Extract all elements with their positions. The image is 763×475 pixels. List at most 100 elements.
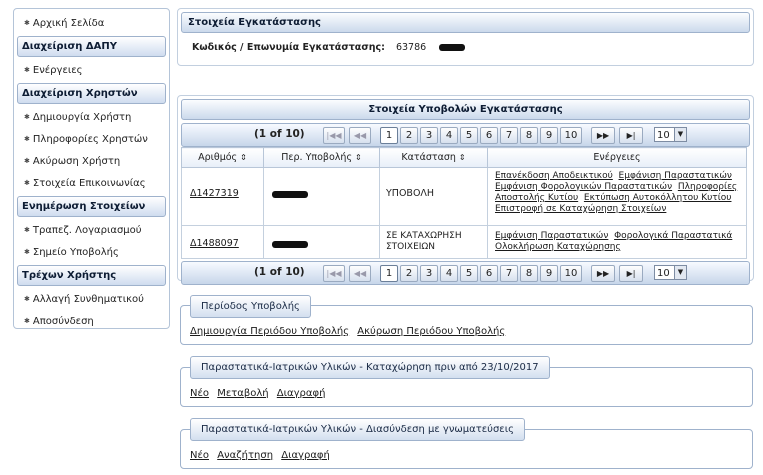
prev-page-icon[interactable]: ◀◀ <box>349 127 371 144</box>
gear-bullet-icon: ✱ <box>24 66 30 74</box>
rows-per-page-select[interactable]: 10 ▼ <box>654 265 687 280</box>
tax-documents-link[interactable]: Φορολογικά Παραστατικά <box>614 231 732 241</box>
sidebar-item-label: Αλλαγή Συνθηματικού <box>32 294 144 305</box>
sidebar-item-label: Δημιουργία Χρήστη <box>32 112 132 123</box>
return-to-entry-link[interactable]: Επιστροφή σε Καταχώρηση Στοιχείων <box>495 204 666 214</box>
first-page-icon[interactable]: |◀◀ <box>323 265 345 282</box>
complete-entry-link[interactable]: Ολοκλήρωση Καταχώρησης <box>495 242 621 252</box>
sidebar-section-dapy: Διαχείριση ΔΑΠΥ <box>17 36 166 57</box>
sidebar-item-user-info[interactable]: ✱ Πληροφορίες Χρηστών <box>14 128 169 150</box>
redacted-period <box>272 191 308 198</box>
show-documents-link[interactable]: Εμφάνιση Παραστατικών <box>619 171 732 181</box>
rows-per-page-select[interactable]: 10 ▼ <box>654 127 687 142</box>
box-shipping-link[interactable]: Αποστολής Κυτίου <box>495 193 578 203</box>
pager-bottom: (1 of 10) |◀◀ ◀◀ 1 2 3 4 5 6 7 8 9 10 ▶▶… <box>181 261 750 285</box>
sidebar-item-create-user[interactable]: ✱ Δημιουργία Χρήστη <box>14 106 169 128</box>
new-link[interactable]: Νέο <box>190 388 209 399</box>
chevron-down-icon: ▼ <box>674 266 686 279</box>
sidebar-item-contact-info[interactable]: ✱ Στοιχεία Επικοινωνίας <box>14 172 169 194</box>
sidebar-item-label: Πληροφορίες Χρηστών <box>32 134 148 145</box>
documents-link-legend: Παραστατικά-Ιατρικών Υλικών - Διασύνδεση… <box>190 418 525 441</box>
sidebar-item-bank-account[interactable]: ✱ Τραπεζ. Λογαριασμού <box>14 219 169 241</box>
submission-status: ΣΕ ΚΑΤΑΧΩΡΗΣΗ ΣΤΟΙΧΕΙΩΝ <box>379 225 488 259</box>
sidebar-item-label: Αρχική Σελίδα <box>32 18 105 29</box>
column-header-number[interactable]: Αριθμός ⇕ <box>181 147 264 168</box>
sidebar-item-logout[interactable]: ✱ Αποσύνδεση <box>14 310 169 332</box>
delete-link[interactable]: Διαγραφή <box>277 388 326 399</box>
column-header-status[interactable]: Κατάσταση ⇕ <box>379 147 488 168</box>
create-period-link[interactable]: Δημιουργία Περιόδου Υποβολής <box>190 326 349 337</box>
page-5-button[interactable]: 5 <box>460 265 478 282</box>
page-2-button[interactable]: 2 <box>400 265 418 282</box>
page-10-button[interactable]: 10 <box>560 265 582 282</box>
new-link[interactable]: Νέο <box>190 450 209 461</box>
sort-icon: ⇕ <box>240 153 247 162</box>
page-info: (1 of 10) <box>254 266 305 278</box>
table-header-row: Αριθμός ⇕ Περ. Υποβολής ⇕ Κατάσταση ⇕ Ενέργ… <box>181 147 747 168</box>
column-header-period[interactable]: Περ. Υποβολής ⇕ <box>263 147 380 168</box>
submissions-table: Αριθμός ⇕ Περ. Υποβολής ⇕ Κατάσταση ⇕ Ενέργ… <box>181 147 747 259</box>
sidebar-menu: ✱ Αρχική Σελίδα Διαχείριση ΔΑΠΥ ✱ Ενέργειε… <box>13 8 170 329</box>
next-page-icon[interactable]: ▶▶ <box>591 265 615 282</box>
installation-info-row: Κωδικός / Επωνυμία Εγκατάστασης: 63786 <box>192 42 466 53</box>
submission-number-link[interactable]: Δ1427319 <box>190 188 239 199</box>
sidebar-item-cancel-user[interactable]: ✱ Ακύρωση Χρήστη <box>14 150 169 172</box>
sidebar-section-current-user: Τρέχων Χρήστης <box>17 265 166 286</box>
sidebar-item-label: Ενέργειες <box>32 65 83 76</box>
last-page-icon[interactable]: ▶| <box>619 127 643 144</box>
sidebar-item-actions[interactable]: ✱ Ενέργειες <box>14 59 169 81</box>
page-7-button[interactable]: 7 <box>500 127 518 144</box>
submission-period-legend: Περίοδος Υποβολής <box>190 295 311 318</box>
sort-icon: ⇕ <box>355 153 362 162</box>
cancel-period-link[interactable]: Ακύρωση Περιόδου Υποβολής <box>357 326 505 337</box>
submission-status: ΥΠΟΒΟΛΗ <box>379 167 488 226</box>
prev-page-icon[interactable]: ◀◀ <box>349 265 371 282</box>
page-6-button[interactable]: 6 <box>480 265 498 282</box>
table-row: Δ1488097 ΣΕ ΚΑΤΑΧΩΡΗΣΗ ΣΤΟΙΧΕΙΩΝ Εμφάνισ… <box>181 225 747 259</box>
page-1-button[interactable]: 1 <box>380 127 398 144</box>
edit-link[interactable]: Μεταβολή <box>217 388 268 399</box>
page-3-button[interactable]: 3 <box>420 127 438 144</box>
rows-per-page-value: 10 <box>657 130 670 141</box>
row-actions: Εμφάνιση Παραστατικών Φορολογικά Παραστα… <box>487 225 747 259</box>
gear-bullet-icon: ✱ <box>24 317 30 325</box>
page-8-button[interactable]: 8 <box>520 127 538 144</box>
page-4-button[interactable]: 4 <box>440 265 458 282</box>
first-page-icon[interactable]: |◀◀ <box>323 127 345 144</box>
documents-before-links: Νέο Μεταβολή Διαγραφή <box>190 388 330 399</box>
page-7-button[interactable]: 7 <box>500 265 518 282</box>
show-tax-documents-link[interactable]: Εμφάνιση Φορολογικών Παραστατικών <box>495 182 672 192</box>
page-8-button[interactable]: 8 <box>520 265 538 282</box>
redacted-installation-name <box>439 44 466 51</box>
show-documents-link[interactable]: Εμφάνιση Παραστατικών <box>495 231 608 241</box>
page-2-button[interactable]: 2 <box>400 127 418 144</box>
page-9-button[interactable]: 9 <box>540 265 558 282</box>
gear-bullet-icon: ✱ <box>24 135 30 143</box>
page-1-button[interactable]: 1 <box>380 265 398 282</box>
print-box-label-link[interactable]: Εκτύπωση Αυτοκόλλητου Κυτίου <box>584 193 732 203</box>
sidebar-item-label: Σημείο Υποβολής <box>32 247 119 258</box>
page-10-button[interactable]: 10 <box>560 127 582 144</box>
reissue-receipt-link[interactable]: Επανέκδοση Αποδεικτικού <box>495 171 613 181</box>
submission-period-links: Δημιουργία Περιόδου Υποβολής Ακύρωση Περ… <box>190 326 510 337</box>
table-row: Δ1427319 ΥΠΟΒΟΛΗ Επανέκδοση Αποδεικτικού… <box>181 167 747 226</box>
sidebar-section-update: Ενημέρωση Στοιχείων <box>17 196 166 217</box>
search-link[interactable]: Αναζήτηση <box>217 450 273 461</box>
sidebar-item-home[interactable]: ✱ Αρχική Σελίδα <box>14 12 169 34</box>
sidebar-item-change-password[interactable]: ✱ Αλλαγή Συνθηματικού <box>14 288 169 310</box>
sidebar-item-label: Στοιχεία Επικοινωνίας <box>32 178 146 189</box>
gear-bullet-icon: ✱ <box>24 179 30 187</box>
submission-number-link[interactable]: Δ1488097 <box>190 238 239 249</box>
page-6-button[interactable]: 6 <box>480 127 498 144</box>
page-4-button[interactable]: 4 <box>440 127 458 144</box>
sidebar-item-submission-point[interactable]: ✱ Σημείο Υποβολής <box>14 241 169 263</box>
chevron-down-icon: ▼ <box>674 128 686 141</box>
page-5-button[interactable]: 5 <box>460 127 478 144</box>
next-page-icon[interactable]: ▶▶ <box>591 127 615 144</box>
info-link[interactable]: Πληροφορίες <box>678 182 737 192</box>
gear-bullet-icon: ✱ <box>24 157 30 165</box>
page-9-button[interactable]: 9 <box>540 127 558 144</box>
page-3-button[interactable]: 3 <box>420 265 438 282</box>
delete-link[interactable]: Διαγραφή <box>281 450 330 461</box>
last-page-icon[interactable]: ▶| <box>619 265 643 282</box>
